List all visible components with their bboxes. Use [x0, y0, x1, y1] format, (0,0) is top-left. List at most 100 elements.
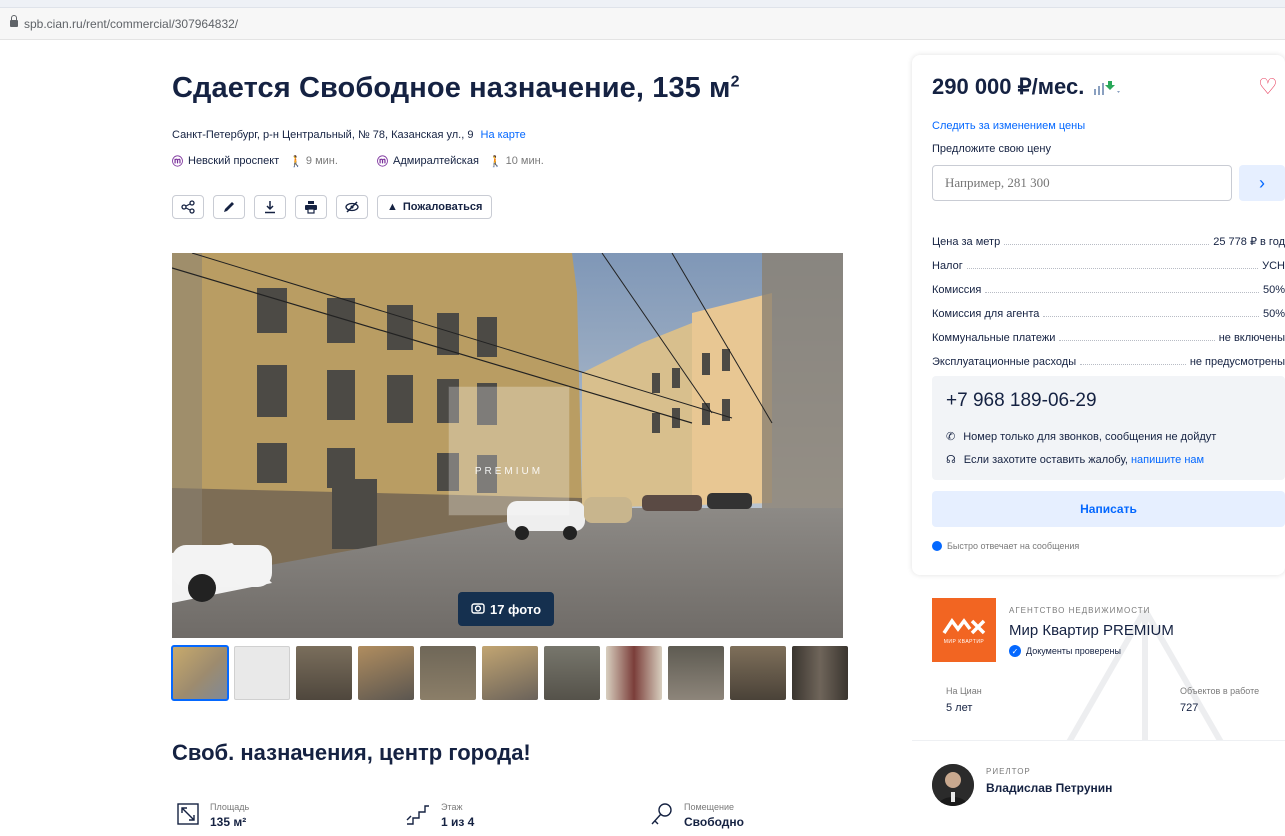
realtor-name[interactable]: Владислав Петрунин — [986, 781, 1112, 795]
thumbnail[interactable] — [358, 646, 414, 700]
feature-label: Этаж — [441, 802, 463, 812]
walk-time: 9 мин. — [305, 155, 338, 167]
detail-row: Налог УСН — [932, 248, 1285, 272]
stat-value: 727 — [1180, 702, 1199, 714]
thumbnail[interactable] — [730, 646, 786, 700]
complaint-link[interactable]: напишите нам — [1131, 454, 1204, 466]
feature-value: 135 м² — [210, 815, 247, 829]
download-button[interactable] — [254, 195, 286, 219]
hide-button[interactable] — [336, 195, 368, 219]
map-link[interactable]: На карте — [481, 129, 526, 141]
feature-value: 1 из 4 — [441, 815, 475, 829]
detail-label: Цена за метр — [932, 236, 1001, 248]
walk-icon: 🚶 — [289, 155, 303, 168]
walk-time: 10 мин. — [505, 155, 544, 167]
warning-icon: ▲ — [387, 201, 398, 213]
page-title: Сдается Свободное назначение, 135 м2 — [172, 72, 740, 104]
agency-logo[interactable]: МИР КВАРТИР — [932, 598, 996, 662]
browser-tab-strip — [0, 0, 1285, 8]
price-value: 290 000 ₽/мес. — [932, 74, 1085, 99]
detail-label: Комиссия — [932, 284, 982, 296]
agency-name[interactable]: Мир Квартир PREMIUM — [1009, 622, 1174, 639]
photo-count-label: 17 фото — [489, 601, 542, 617]
fast-reply-text: Быстро отвечает на сообщения — [947, 541, 1080, 551]
thumbnail[interactable] — [668, 646, 724, 700]
detail-row: Коммунальные платежи не включены — [932, 320, 1285, 344]
share-icon — [181, 200, 195, 214]
headset-icon: ☊ — [946, 454, 956, 466]
detail-row: Цена за метр 25 778 ₽ в год — [932, 224, 1285, 248]
area-icon — [177, 803, 199, 825]
metro-station-2: ⓜ Адмиралтейская 🚶 10 мин. — [377, 153, 544, 169]
complain-button[interactable]: ▲ Пожаловаться — [377, 195, 493, 219]
avatar[interactable] — [932, 764, 974, 806]
agency-verified: ✓ Документы проверены — [1009, 645, 1121, 657]
photo-thumbnails — [171, 645, 848, 701]
download-icon — [265, 201, 275, 214]
feature-value: Свободно — [684, 815, 744, 829]
detail-value: не включены — [1218, 332, 1285, 344]
detail-value: 50% — [1262, 284, 1285, 296]
fast-reply-note: Быстро отвечает на сообщения — [932, 541, 1079, 551]
feature-label: Площадь — [210, 802, 250, 812]
stat-label: На Циан — [946, 686, 982, 696]
detail-label: Комиссия для агента — [932, 308, 1040, 320]
street-photo: PREMIUM — [172, 253, 843, 638]
follow-price-link[interactable]: Следить за изменением цены — [932, 120, 1085, 132]
write-message-button[interactable]: Написать — [932, 491, 1285, 527]
clock-icon — [932, 541, 942, 551]
detail-row: Комиссия для агента 50% — [932, 296, 1285, 320]
price-details: Цена за метр 25 778 ₽ в год Налог УСН Коми… — [932, 224, 1285, 368]
submit-offer-button[interactable]: › — [1239, 165, 1285, 201]
url-text[interactable]: spb.cian.ru/rent/commercial/307964832/ — [24, 17, 238, 31]
realtor-photo — [932, 764, 974, 806]
detail-value: 25 778 ₽ в год — [1213, 236, 1285, 248]
thumbnail-floorplan[interactable] — [234, 646, 290, 700]
detail-value: не предусмотрены — [1189, 356, 1285, 368]
metro-station-name: Невский проспект — [188, 155, 280, 167]
thumbnail[interactable] — [544, 646, 600, 700]
metro-icon: ⓜ — [172, 156, 183, 168]
verified-check-icon: ✓ — [1009, 645, 1021, 657]
printer-icon — [305, 201, 317, 214]
listing-subtitle: Своб. назначения, центр города! — [172, 740, 531, 765]
agency-logo-mark — [942, 617, 986, 635]
favorite-heart-icon[interactable]: ♡ — [1258, 74, 1278, 100]
price: 290 000 ₽/мес. — [932, 74, 1122, 100]
phone-number[interactable]: +7 968 189-06-29 — [946, 390, 1097, 412]
thumbnail[interactable] — [420, 646, 476, 700]
eye-off-icon — [345, 201, 359, 213]
feature-area: Площадь 135 м² — [176, 802, 249, 829]
feature-label: Помещение — [684, 802, 734, 812]
browser-address-bar[interactable]: spb.cian.ru/rent/commercial/307964832/ — [0, 0, 1285, 40]
detail-label: Коммунальные платежи — [932, 332, 1056, 344]
phone-icon: ✆ — [946, 431, 956, 443]
offer-label: Предложите свою цену — [932, 143, 1051, 155]
feature-floor: Этаж 1 из 4 — [405, 802, 474, 829]
complain-label: Пожаловаться — [402, 201, 483, 213]
thumbnail[interactable] — [792, 646, 848, 700]
thumbnail[interactable] — [482, 646, 538, 700]
detail-label: Эксплуатационные расходы — [932, 356, 1077, 368]
detail-row: Комиссия 50% — [932, 272, 1285, 296]
camera-icon — [471, 602, 485, 617]
listing-actions: ▲ Пожаловаться — [172, 195, 493, 219]
chevron-right-icon: › — [1259, 172, 1265, 193]
feature-premises: Помещение Свободно — [650, 802, 744, 829]
stat-value: 5 лет — [946, 702, 973, 714]
thumbnail[interactable] — [606, 646, 662, 700]
edit-note-button[interactable] — [213, 195, 245, 219]
price-history-icon[interactable] — [1092, 79, 1122, 97]
agency-logo-text: МИР КВАРТИР — [943, 639, 985, 645]
key-icon — [651, 803, 672, 825]
metro-icon: ⓜ — [377, 156, 388, 168]
offer-price-input[interactable] — [932, 165, 1232, 201]
stairs-icon — [406, 805, 429, 825]
print-button[interactable] — [295, 195, 327, 219]
thumbnail[interactable] — [171, 645, 229, 701]
photo-count-button[interactable]: 17 фото — [458, 592, 554, 626]
main-photo[interactable]: PREMIUM — [172, 253, 843, 638]
thumbnail[interactable] — [296, 646, 352, 700]
share-button[interactable] — [172, 195, 204, 219]
detail-label: Налог — [932, 260, 963, 272]
